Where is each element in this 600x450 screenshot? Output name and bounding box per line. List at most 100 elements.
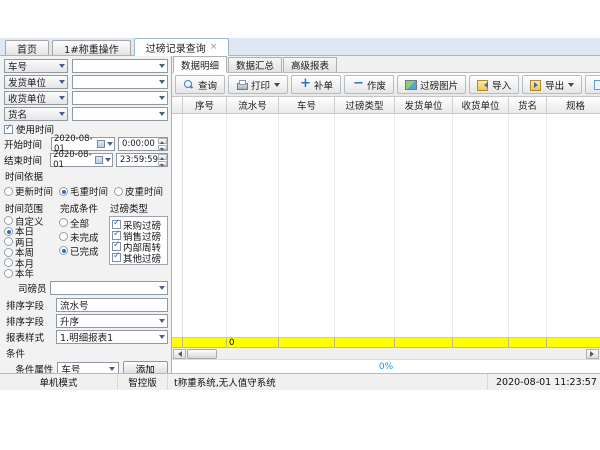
- radio-incomplete-label: 未完成: [70, 230, 99, 244]
- supplement-order-button-label: 补单: [314, 78, 333, 92]
- radio-update-time-label: 更新时间: [15, 184, 53, 198]
- progress-percent: 0%: [379, 362, 393, 372]
- query-filter-panel: 车号 发货单位: [0, 56, 172, 373]
- filter-value-combo-goods[interactable]: [72, 107, 168, 121]
- subtab-advanced-report-label: 高级报表: [291, 58, 329, 72]
- column-header-seq[interactable]: 序号: [183, 97, 227, 113]
- chevron-down-icon: [56, 60, 67, 72]
- import-button[interactable]: 导入: [469, 75, 519, 94]
- chevron-down-icon: [156, 76, 167, 88]
- export-icon: [530, 79, 541, 90]
- weigh-type-checkbox-internal[interactable]: [112, 242, 121, 251]
- subtab-data-summary[interactable]: 数据汇总: [228, 57, 282, 72]
- sort-order-combo[interactable]: 升序: [56, 314, 168, 328]
- complete-condition-title: 完成条件: [60, 201, 109, 215]
- column-header-serial[interactable]: 流水号: [227, 97, 279, 113]
- filter-field-combo-vehicle[interactable]: 车号: [4, 59, 68, 73]
- condition-attr-combo[interactable]: 车号: [57, 362, 118, 374]
- tab-home-label: 首页: [17, 41, 37, 56]
- query-button[interactable]: 查询: [175, 75, 225, 94]
- status-bar: 单机模式 智控版 t称重系统,无人值守系统 2020-08-01 11:23:5…: [0, 373, 600, 390]
- scrollbar-thumb[interactable]: [187, 349, 217, 359]
- start-date-picker[interactable]: 2020-08-01: [51, 137, 115, 151]
- status-datetime: 2020-08-01 11:23:57: [488, 374, 600, 390]
- filter-row-receiver: 收货单位: [4, 91, 168, 105]
- report-style-combo-value: 1.明细报表1: [60, 330, 113, 344]
- column-header-vehicle[interactable]: 车号: [279, 97, 335, 113]
- data-toolbar: 查询 打印 补单 作废: [172, 73, 600, 97]
- chevron-down-icon: [107, 363, 118, 374]
- weigh-type-checkbox-purchase[interactable]: [112, 220, 121, 229]
- filter-row-shipper: 发货单位: [4, 75, 168, 89]
- subtab-data-detail[interactable]: 数据明细: [173, 56, 227, 73]
- weigher-combo[interactable]: [50, 281, 168, 295]
- import-icon: [477, 79, 488, 90]
- radio-gross-time[interactable]: 毛重时间: [59, 184, 108, 198]
- column-header-shipper[interactable]: 发货单位: [395, 97, 453, 113]
- export-button[interactable]: 导出: [522, 75, 582, 94]
- close-icon[interactable]: ×: [210, 43, 218, 52]
- start-time-spinner[interactable]: 0:00:00: [118, 137, 168, 151]
- weigh-type-group: 过磅类型 采购过磅 销售过磅 内部周转 其他过磅: [109, 199, 168, 279]
- radio-gross-time-label: 毛重时间: [70, 184, 108, 198]
- weigh-type-checkbox-other[interactable]: [112, 253, 121, 262]
- radio-all[interactable]: 全部: [59, 216, 109, 229]
- data-subtabs: 数据明细 数据汇总 高级报表: [172, 56, 600, 73]
- chevron-down-icon: [156, 331, 167, 343]
- filter-value-combo-shipper[interactable]: [72, 75, 168, 89]
- filter-value-combo-vehicle[interactable]: [72, 59, 168, 73]
- chevron-down-icon: [156, 92, 167, 104]
- radio-incomplete[interactable]: 未完成: [59, 230, 109, 243]
- subtab-data-summary-label: 数据汇总: [236, 58, 274, 72]
- column-header-receiver[interactable]: 收货单位: [453, 97, 509, 113]
- printer-icon: [236, 79, 247, 90]
- weigh-photo-button[interactable]: 过磅图片: [397, 75, 466, 94]
- column-header-goods[interactable]: 货名: [509, 97, 547, 113]
- plus-icon: [299, 79, 310, 90]
- column-header-weigh-type[interactable]: 过磅类型: [335, 97, 395, 113]
- tab-weigh-record-query[interactable]: 过磅记录查询 ×: [134, 38, 230, 56]
- filter-field-combo-goods[interactable]: 货名: [4, 107, 68, 121]
- void-order-button[interactable]: 作废: [344, 75, 394, 94]
- sort-order-label: 排序字段: [4, 314, 56, 328]
- column-header-spec[interactable]: 规格: [547, 97, 600, 113]
- radio-update-time[interactable]: 更新时间: [4, 184, 53, 198]
- radio-tare-time[interactable]: 皮重时间: [114, 184, 163, 198]
- use-time-checkbox[interactable]: [4, 125, 13, 134]
- time-basis-group: 更新时间 毛重时间 皮重时间: [4, 184, 168, 198]
- filter-value-combo-receiver[interactable]: [72, 91, 168, 105]
- sort-field-input[interactable]: 流水号: [56, 298, 168, 312]
- radio-this-year[interactable]: 本年: [4, 269, 59, 279]
- sort-order-combo-value: 升序: [60, 314, 79, 328]
- scroll-left-arrow-icon[interactable]: [173, 349, 186, 359]
- tab-weigh-operation[interactable]: 1#称重操作: [52, 40, 131, 55]
- screenshot-canvas: 首页 1#称重操作 过磅记录查询 × 车号: [0, 0, 600, 450]
- radio-completed-label: 已完成: [70, 244, 99, 258]
- status-edition: 智控版: [118, 374, 168, 390]
- subtab-advanced-report[interactable]: 高级报表: [283, 57, 337, 72]
- spinner-arrows-icon[interactable]: [158, 138, 167, 150]
- calendar-icon: [95, 156, 103, 164]
- report-style-combo[interactable]: 1.明细报表1: [56, 330, 168, 344]
- horizontal-scrollbar[interactable]: [172, 348, 600, 360]
- end-time-spinner[interactable]: 23:59:59: [116, 153, 168, 167]
- end-date-picker[interactable]: 2020-08-01: [50, 153, 113, 167]
- report-style-label: 报表样式: [4, 330, 56, 344]
- tab-home[interactable]: 首页: [5, 40, 49, 55]
- filter-field-combo-shipper[interactable]: 发货单位: [4, 75, 68, 89]
- chevron-down-icon: [274, 83, 280, 90]
- spinner-arrows-icon[interactable]: [158, 154, 167, 166]
- settings-button[interactable]: 设置: [585, 75, 600, 94]
- condition-attr-row: 条件属性 车号 添加: [4, 361, 168, 373]
- radio-completed[interactable]: 已完成: [59, 244, 109, 257]
- time-range-group: 时间范围 自定义 本日 两日 本周 本月 本年: [4, 199, 59, 279]
- scroll-right-arrow-icon[interactable]: [586, 349, 599, 359]
- supplement-order-button[interactable]: 补单: [291, 75, 341, 94]
- progress-indicator: 0%: [172, 360, 600, 373]
- weigh-type-checkbox-sale[interactable]: [112, 231, 121, 240]
- chevron-down-icon: [156, 315, 167, 327]
- print-button[interactable]: 打印: [228, 75, 288, 94]
- filter-field-combo-receiver[interactable]: 收货单位: [4, 91, 68, 105]
- radio-tare-time-label: 皮重时间: [125, 184, 163, 198]
- add-condition-button[interactable]: 添加: [123, 361, 168, 373]
